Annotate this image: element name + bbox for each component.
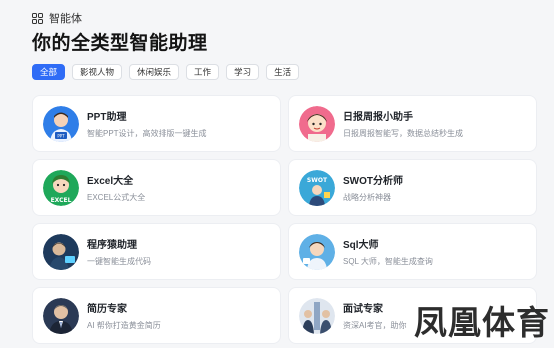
excel-avatar: EXCEL [43,170,79,206]
category-tabs: 全部 影视人物 休闲娱乐 工作 学习 生活 [32,64,300,80]
agent-name: 日报周报小助手 [343,112,413,123]
tab-study[interactable]: 学习 [226,64,260,80]
agent-desc: 一键智能生成代码 [87,257,151,266]
programmer-avatar [43,234,79,270]
agent-desc: 日报周报智能写，数据总结秒生成 [343,129,463,138]
resume-expert-avatar [43,298,79,334]
agent-card-swot[interactable]: SWOT SWOT分析师 战略分析神器 [288,159,537,216]
tab-work[interactable]: 工作 [186,64,220,80]
breadcrumb: 智能体 [32,10,82,26]
svg-text:SWOT: SWOT [307,177,328,184]
agent-desc: EXCEL公式大全 [87,193,146,202]
agent-desc: AI 帮你打造黄金简历 [87,321,161,330]
page-title: 你的全类型智能助理 [32,33,208,54]
svg-text:EXCEL: EXCEL [51,197,72,204]
agent-name: 面试专家 [343,304,383,315]
agent-desc: 资深AI考官，助你 [343,321,407,330]
agent-card-ppt[interactable]: PPT PPT助理 智能PPT设计，高效排版一键生成 [32,95,281,152]
svg-text:PPT: PPT [57,134,65,139]
agent-name: Sql大师 [343,240,379,251]
agent-desc: 战略分析神器 [343,193,391,202]
agent-card-excel[interactable]: EXCEL Excel大全 EXCEL公式大全 [32,159,281,216]
sql-master-avatar [299,234,335,270]
agent-name: PPT助理 [87,112,127,123]
breadcrumb-label: 智能体 [49,13,82,25]
swot-analyst-avatar: SWOT [299,170,335,206]
agent-card-resume[interactable]: 简历专家 AI 帮你打造黄金简历 [32,287,281,344]
watermark: 凤凰体育 [414,303,550,342]
agent-card-sql[interactable]: Sql大师 SQL 大师，智能生成查询 [288,223,537,280]
tab-leisure[interactable]: 休闲娱乐 [129,64,180,80]
apps-grid-icon [32,12,43,24]
agent-name: SWOT分析师 [343,176,403,187]
agent-card-report[interactable]: 日报周报小助手 日报周报智能写，数据总结秒生成 [288,95,537,152]
agent-name: Excel大全 [87,176,134,187]
agent-desc: 智能PPT设计，高效排版一键生成 [87,129,207,138]
interview-expert-avatar [299,298,335,334]
agent-desc: SQL 大师，智能生成查询 [343,257,433,266]
ppt-assistant-avatar: PPT [43,106,79,142]
agent-card-programmer[interactable]: 程序猿助理 一键智能生成代码 [32,223,281,280]
tab-all[interactable]: 全部 [32,64,66,80]
agent-name: 简历专家 [87,304,127,315]
tab-film-characters[interactable]: 影视人物 [72,64,123,80]
report-helper-avatar [299,106,335,142]
tab-life[interactable]: 生活 [266,64,300,80]
agent-name: 程序猿助理 [87,240,137,251]
